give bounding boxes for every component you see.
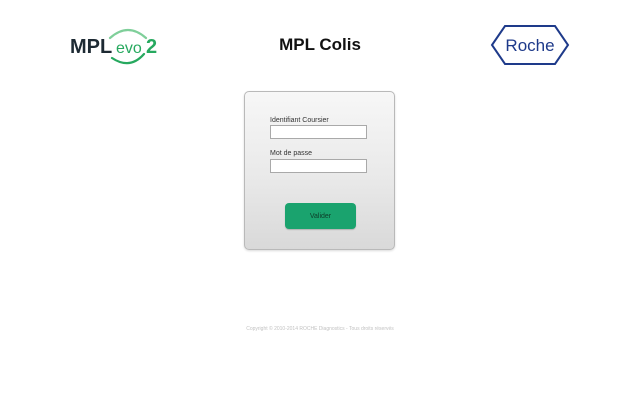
submit-button[interactable]: Valider bbox=[285, 203, 356, 229]
courier-id-input[interactable] bbox=[270, 125, 367, 139]
password-input[interactable] bbox=[270, 159, 367, 173]
roche-logo: Roche bbox=[490, 25, 570, 65]
roche-logo-text: Roche bbox=[505, 36, 554, 55]
courier-id-label: Identifiant Coursier bbox=[270, 117, 329, 124]
copyright-text: Copyright © 2010-2014 ROCHE Diagnostics … bbox=[246, 326, 394, 332]
password-label: Mot de passe bbox=[270, 150, 313, 157]
login-panel: Identifiant Coursier Mot de passe Valide… bbox=[244, 91, 395, 250]
